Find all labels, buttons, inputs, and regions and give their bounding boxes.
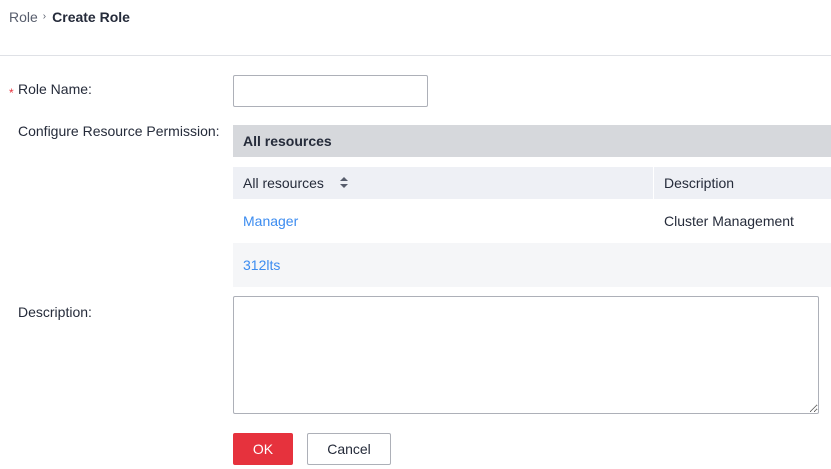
table-row: Manager Cluster Management <box>233 199 831 243</box>
description-textarea[interactable] <box>233 296 819 414</box>
cancel-button[interactable]: Cancel <box>307 433 391 465</box>
breadcrumb: Role › Create Role <box>9 8 130 26</box>
resource-link-312lts[interactable]: 312lts <box>243 257 280 273</box>
ok-button[interactable]: OK <box>233 433 293 465</box>
column-header-resources-label: All resources <box>243 175 324 191</box>
table-row: 312lts <box>233 243 831 287</box>
breadcrumb-current: Create Role <box>52 9 130 25</box>
role-name-label: Role Name: <box>18 81 92 97</box>
resource-description: Cluster Management <box>664 213 794 229</box>
header-divider <box>0 55 831 56</box>
description-label: Description: <box>18 304 92 320</box>
column-header-resources[interactable]: All resources <box>233 167 654 199</box>
required-asterisk: * <box>9 86 14 100</box>
resource-permission-label: Configure Resource Permission: <box>18 123 220 139</box>
column-header-description: Description <box>664 175 735 191</box>
breadcrumb-role-link[interactable]: Role <box>9 9 38 25</box>
resource-link-manager[interactable]: Manager <box>243 213 298 229</box>
role-name-input[interactable] <box>233 75 428 107</box>
table-header: All resources Description <box>233 167 831 199</box>
sort-icon[interactable] <box>339 177 348 189</box>
all-resources-header[interactable]: All resources <box>233 125 831 157</box>
chevron-right-icon: › <box>42 10 47 22</box>
resource-table: All resources Description Manager Cluste… <box>233 167 831 287</box>
